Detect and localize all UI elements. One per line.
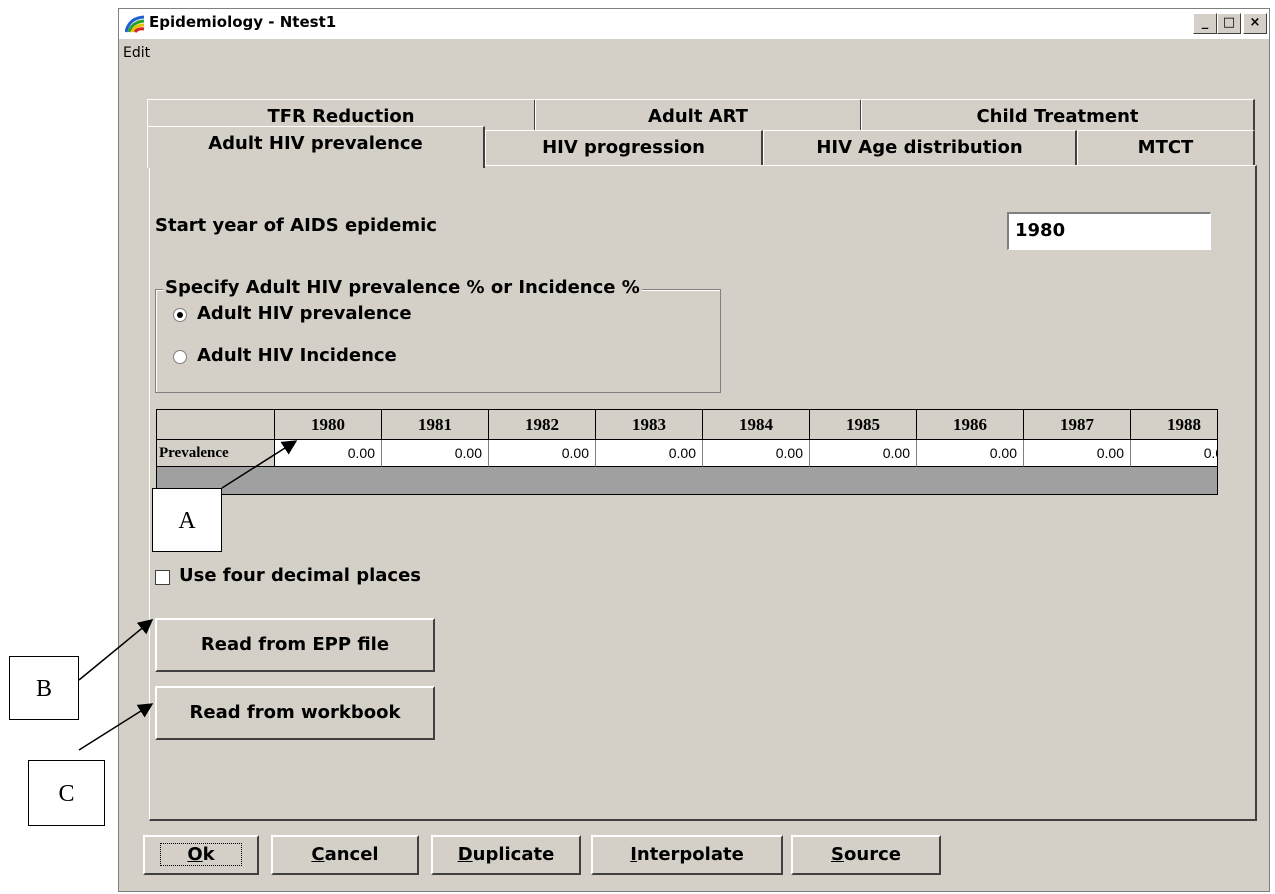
cancel-button[interactable]: Cancel (271, 835, 419, 875)
group-label: Specify Adult HIV prevalence % or Incide… (163, 277, 642, 298)
grid-prevalence-cell[interactable]: 0.00 (917, 440, 1024, 467)
annotation-c: C (28, 760, 105, 826)
close-icon: × (1249, 15, 1261, 30)
tab-hiv-progression[interactable]: HIV progression (485, 130, 763, 166)
grid-year-header: 1987 (1024, 410, 1131, 440)
grid-year-header: 1986 (917, 410, 1024, 440)
tab-child-treatment[interactable]: Child Treatment (861, 99, 1255, 133)
radio-adult-hiv-incidence[interactable] (173, 350, 187, 364)
tab-mtct[interactable]: MTCT (1077, 130, 1255, 166)
grid-prevalence-cell[interactable]: 0.00 (382, 440, 489, 467)
grid-year-header: 1982 (489, 410, 596, 440)
grid-year-header: 1984 (703, 410, 810, 440)
grid-year-header: 1988 (1131, 410, 1217, 440)
prevalence-grid[interactable]: Prevalence 1980 0.00 1981 0.00 1982 0.00 1983 0… (156, 409, 1218, 495)
grid-year-header: 1981 (382, 410, 489, 440)
radio-adult-hiv-prevalence[interactable] (173, 308, 187, 322)
menu-edit[interactable]: Edit (123, 45, 150, 61)
app-rainbow-icon (125, 15, 145, 33)
grid-prevalence-cell[interactable]: 0.00 (703, 440, 810, 467)
tab-adult-hiv-prevalence[interactable]: Adult HIV prevalence (147, 126, 485, 168)
source-button[interactable]: Source (791, 835, 941, 875)
interpolate-button[interactable]: Interpolate (591, 835, 783, 875)
duplicate-button[interactable]: Duplicate (431, 835, 581, 875)
start-year-label: Start year of AIDS epidemic (155, 215, 437, 236)
grid-row-header: Prevalence (157, 440, 275, 467)
grid-prevalence-cell[interactable]: 0.00 (810, 440, 917, 467)
four-decimal-label[interactable]: Use four decimal places (179, 565, 421, 586)
minimize-button[interactable]: _ (1193, 13, 1217, 34)
annotation-a: A (152, 488, 222, 552)
grid-prevalence-cell[interactable]: 0.00 (596, 440, 703, 467)
tab-adult-art[interactable]: Adult ART (535, 99, 862, 133)
read-epp-button[interactable]: Read from EPP file (155, 618, 435, 672)
grid-prevalence-cell[interactable]: 0.00 (489, 440, 596, 467)
grid-prevalence-cell[interactable]: 0.00 (275, 440, 382, 467)
annotation-b: B (9, 656, 79, 720)
grid-year-header: 1980 (275, 410, 382, 440)
minimize-icon: _ (1201, 15, 1209, 30)
menu-bar: Edit (119, 41, 1269, 65)
maximize-button[interactable]: □ (1217, 13, 1241, 34)
radio-prevalence-label[interactable]: Adult HIV prevalence (197, 303, 412, 324)
start-year-input[interactable]: 1980 (1007, 212, 1211, 250)
grid-year-header: 1983 (596, 410, 703, 440)
read-workbook-button[interactable]: Read from workbook (155, 686, 435, 740)
tab-hiv-age-distribution[interactable]: HIV Age distribution (763, 130, 1077, 166)
title-bar[interactable]: Epidemiology - Ntest1 _ □ × (119, 9, 1269, 39)
grid-corner (157, 410, 275, 440)
application-window: Epidemiology - Ntest1 _ □ × Edit TFR Red… (118, 8, 1270, 892)
four-decimal-checkbox[interactable] (155, 570, 170, 585)
radio-incidence-label[interactable]: Adult HIV Incidence (197, 345, 397, 366)
grid-prevalence-cell[interactable]: 0.00 (1131, 440, 1217, 467)
maximize-icon: □ (1222, 15, 1236, 30)
window-title: Epidemiology - Ntest1 (149, 13, 337, 31)
grid-year-header: 1985 (810, 410, 917, 440)
grid-prevalence-cell[interactable]: 0.00 (1024, 440, 1131, 467)
close-button[interactable]: × (1243, 13, 1267, 34)
ok-button[interactable]: Ok (143, 835, 259, 875)
